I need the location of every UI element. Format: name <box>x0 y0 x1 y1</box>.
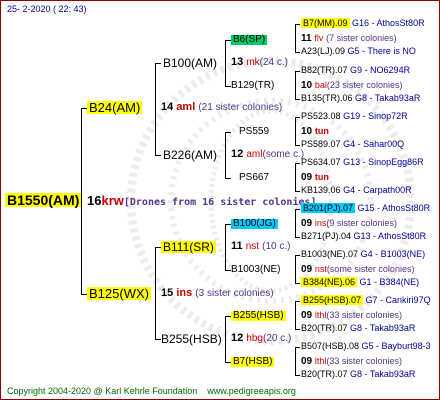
copyright: Copyright 2004-2020 @ Karl Kehrle Founda… <box>7 386 198 396</box>
l3-info-6: 09 lthl(33 sister colonies) <box>301 310 402 321</box>
l3-info-0: 11 flv (7 sister colonies) <box>301 33 397 44</box>
l4-row: B135(TR).06 G8 - Takab93aR <box>301 93 421 103</box>
l4-row: KB139.06 G4 - Carpath00R <box>301 185 412 195</box>
tree-line <box>155 63 161 64</box>
tree-line <box>155 63 156 155</box>
l4-row: B20(TR).07 G8 - Takab93aR <box>301 323 416 333</box>
l3-queen-7[interactable]: B7(HSB) <box>231 357 275 367</box>
tree-line <box>225 224 226 270</box>
l2-info-0: 13 mk(24 c.) <box>231 56 288 68</box>
l4-row: PS523.08 G19 - Sinop72R <box>301 111 408 121</box>
l3-queen-4[interactable]: B100(JG) <box>231 219 278 229</box>
tree-line <box>295 117 296 145</box>
l3-info-5: 09 nst(some sister colonies) <box>301 264 415 275</box>
tree-line <box>295 347 300 348</box>
root-num: 16 <box>87 193 102 208</box>
l1-queen-1[interactable]: B125(WX) <box>87 287 151 300</box>
l4-row: PS634.07 G13 - SinopEgg86R <box>301 157 424 167</box>
l2-info-3: 12 hbg(20 c.) <box>231 332 292 344</box>
tree-line <box>295 52 300 53</box>
l3-info-7: 09 lthl(33 sister colonies) <box>301 356 402 367</box>
tree-line <box>295 71 296 99</box>
tree-line <box>295 117 300 118</box>
tree-line <box>295 375 300 376</box>
root-queen[interactable]: B1550(AM) <box>5 193 82 207</box>
footer: Copyright 2004-2020 @ Karl Kehrle Founda… <box>7 387 296 396</box>
l4-row: B384(NE).06 G1 - B384(NE) <box>301 277 420 287</box>
tree-line <box>295 237 300 238</box>
l4-row: B82(TR).07 G9 - NO6294R <box>301 65 411 75</box>
l3-queen-3[interactable]: PS667 <box>239 173 269 183</box>
tree-line <box>295 99 300 100</box>
l3-queen-5[interactable]: B1003(NE) <box>231 265 280 275</box>
l1-note: (3 sister colonies) <box>195 288 274 299</box>
l3-queen-6[interactable]: B255(HSB) <box>231 311 286 321</box>
l4-row: A23(LJ).09 G5 - There is NO <box>301 46 416 56</box>
tree-line <box>295 163 300 164</box>
tree-line <box>295 163 296 191</box>
l4-row: PS589.07 G4 - Sahar00Q <box>301 139 405 149</box>
root-note: [Drones from 16 sister colonies] <box>123 197 317 208</box>
l1-num: 14 <box>161 101 174 113</box>
tree-line <box>295 71 300 72</box>
tree-line <box>295 191 300 192</box>
pedigree-frame: 25- 2-2020 ( 22: 43) B1550(AM) 16krw[Dro… <box>0 0 440 400</box>
tree-line <box>295 329 300 330</box>
tree-line <box>295 301 300 302</box>
l1-note: (21 sister colonies) <box>198 102 283 113</box>
l1-code: aml <box>176 101 196 113</box>
tree-line <box>295 209 296 237</box>
tree-line <box>295 209 300 210</box>
tree-line <box>295 24 300 25</box>
tree-line <box>225 316 226 362</box>
tree-line <box>295 301 296 329</box>
site-link[interactable]: www.pedigreeapis.org <box>207 386 296 396</box>
l3-info-2: 10 tun <box>301 126 329 137</box>
l2-info-2: 11 nst (10 c.) <box>231 240 291 252</box>
l4-row: B7(MM).09 G16 - AthosSt80R <box>301 18 425 28</box>
tree-line <box>295 24 296 52</box>
l3-queen-2[interactable]: PS559 <box>239 127 269 137</box>
tree-line <box>155 247 156 339</box>
l3-info-3: 09 tun <box>301 172 329 183</box>
tree-line <box>295 347 296 375</box>
root-code: krw <box>101 193 124 208</box>
l3-info-1: 10 bal(23 sister colonies) <box>301 80 403 91</box>
l3-info-4: 09 ins(9 sister colonies) <box>301 218 397 229</box>
l2-queen-1[interactable]: B226(AM) <box>163 149 217 161</box>
tree-line <box>295 255 300 256</box>
tree-line <box>295 283 300 284</box>
tree-line <box>225 132 226 178</box>
l1-queen-0[interactable]: B24(AM) <box>87 101 143 114</box>
tree-line <box>225 178 231 179</box>
l1-num: 15 <box>161 287 174 299</box>
l4-row: B201(PJ).07 G15 - AthosSt80R <box>301 203 431 213</box>
l3-queen-0[interactable]: B6(SP) <box>231 35 268 45</box>
l4-row: B255(HSB).07 G7 - Cankiri97Q <box>301 295 431 305</box>
tree-line <box>295 145 300 146</box>
l1-info-1: 15 ins (3 sister colonies) <box>161 288 274 299</box>
l2-queen-2[interactable]: B111(SR) <box>161 241 216 253</box>
l4-row: B20(TR).07 G8 - Takab93aR <box>301 369 416 379</box>
l4-row: B1003(NE).07 G4 - B1003(NE) <box>301 249 426 259</box>
l2-info-1: 12 aml(some c.) <box>231 148 305 160</box>
tree-line <box>295 255 296 283</box>
tree-line <box>225 132 231 133</box>
tree-line <box>225 40 226 86</box>
l1-info-0: 14 aml (21 sister colonies) <box>161 102 282 113</box>
l4-row: B507(HSB).08 G5 - Bayburt98-3 <box>301 341 431 351</box>
tree-line <box>155 155 161 156</box>
l3-queen-1[interactable]: B129(TR) <box>231 81 274 91</box>
l2-queen-3[interactable]: B255(HSB) <box>161 333 222 345</box>
l2-queen-0[interactable]: B100(AM) <box>163 57 217 69</box>
timestamp: 25- 2-2020 ( 22: 43) <box>7 4 87 14</box>
l4-row: B271(PJ).04 G13 - AthosSt80R <box>301 231 427 241</box>
l1-code: ins <box>176 287 193 299</box>
root-info: 16krw[Drones from 16 sister colonies] <box>87 194 317 208</box>
